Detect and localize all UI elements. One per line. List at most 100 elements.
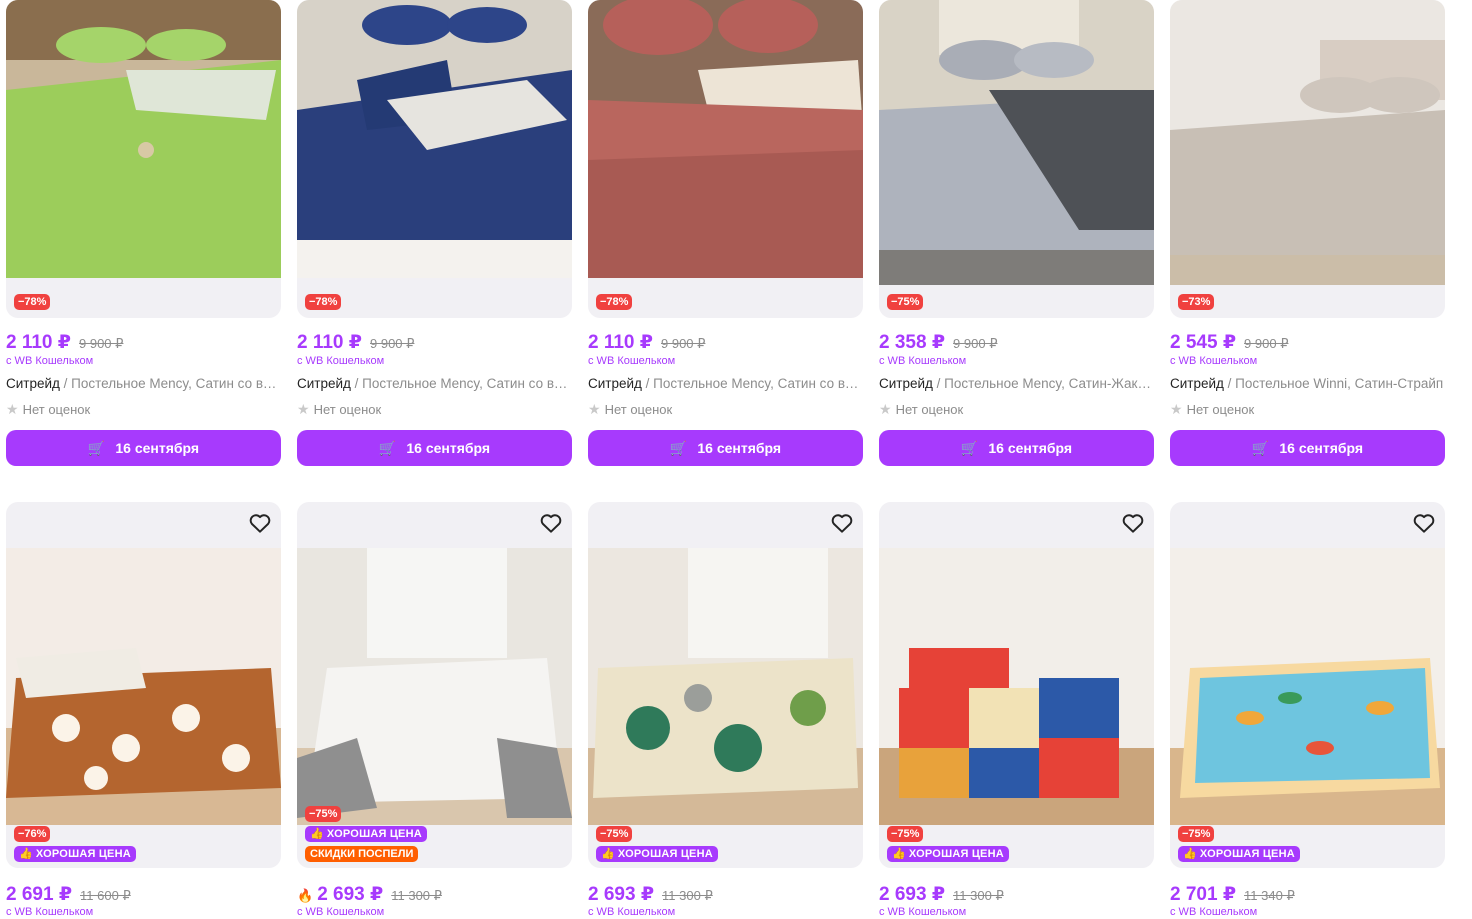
product-photo[interactable] xyxy=(297,548,572,825)
rating: ★ Нет оценок xyxy=(1170,401,1254,418)
add-to-cart-button[interactable]: 🛒 16 сентября xyxy=(6,430,281,466)
product-card[interactable]: −78% 2 110 ₽ 9 900 ₽ с WB Кошельком Ситр… xyxy=(588,0,863,470)
discount-badge: −75% xyxy=(887,826,924,842)
wallet-note: с WB Кошельком xyxy=(588,906,676,918)
cart-icon: 🛒 xyxy=(378,439,397,456)
old-price: 9 900 ₽ xyxy=(370,336,415,351)
good-price-badge: 👍 ХОРОШАЯ ЦЕНА xyxy=(887,846,1009,862)
product-title[interactable]: Ситрейд / Постельное Mency, Сатин со вст… xyxy=(588,376,863,391)
rating-label: Нет оценок xyxy=(895,402,964,417)
product-title[interactable]: Ситрейд / Постельное Mency, Сатин со вст… xyxy=(6,376,281,391)
rating: ★ Нет оценок xyxy=(588,401,672,418)
discount-badge: −75% xyxy=(1178,826,1215,842)
product-card[interactable]: −73% 2 545 ₽ 9 900 ₽ с WB Кошельком Ситр… xyxy=(1170,0,1445,470)
product-name: / Постельное Mency, Сатин-Жаккард xyxy=(932,376,1154,391)
product-photo[interactable] xyxy=(588,0,863,278)
delivery-date: 16 сентября xyxy=(988,440,1073,456)
product-card[interactable]: −76% 👍 ХОРОШАЯ ЦЕНА 2 691 ₽ 11 600 ₽ с WB… xyxy=(6,502,281,919)
star-icon: ★ xyxy=(1170,401,1183,417)
delivery-date: 16 сентября xyxy=(406,440,491,456)
wallet-note: с WB Кошельком xyxy=(879,906,967,918)
discount-badge: −78% xyxy=(305,294,342,310)
product-card[interactable]: −75% 👍 ХОРОШАЯ ЦЕНА 2 701 ₽ 11 340 ₽ с WB… xyxy=(1170,502,1445,919)
cart-icon: 🛒 xyxy=(1251,439,1270,456)
price: 2 110 ₽ xyxy=(588,332,653,353)
cart-icon: 🛒 xyxy=(87,439,106,456)
product-image-box[interactable]: −76% 👍 ХОРОШАЯ ЦЕНА xyxy=(6,502,281,868)
star-icon: ★ xyxy=(297,401,310,417)
product-name: / Постельное Mency, Сатин со вставкой xyxy=(63,376,281,391)
wallet-note: с WB Кошельком xyxy=(879,355,967,367)
wallet-note: с WB Кошельком xyxy=(588,355,676,367)
add-to-cart-button[interactable]: 🛒 16 сентября xyxy=(588,430,863,466)
product-card[interactable]: −75% 2 358 ₽ 9 900 ₽ с WB Кошельком Ситр… xyxy=(879,0,1154,470)
wallet-note: с WB Кошельком xyxy=(297,906,385,918)
product-photo[interactable] xyxy=(879,0,1154,285)
product-card[interactable]: −75% 👍 ХОРОШАЯ ЦЕНА СКИДКИ ПОСПЕЛИ 🔥 2 69… xyxy=(297,502,572,919)
delivery-date: 16 сентября xyxy=(697,440,782,456)
price: 2 110 ₽ xyxy=(6,332,71,353)
promo-badge: СКИДКИ ПОСПЕЛИ xyxy=(305,846,419,862)
add-to-cart-button[interactable]: 🛒 16 сентября xyxy=(879,430,1154,466)
product-card[interactable]: −78% 2 110 ₽ 9 900 ₽ с WB Кошельком Ситр… xyxy=(297,0,572,470)
thumbs-up-icon: 👍 xyxy=(892,848,906,860)
product-photo[interactable] xyxy=(297,0,572,278)
price: 2 701 ₽ xyxy=(1170,884,1237,905)
product-image-box[interactable]: −75% 👍 ХОРОШАЯ ЦЕНА xyxy=(1170,502,1445,868)
cart-icon: 🛒 xyxy=(960,439,979,456)
price: 2 691 ₽ xyxy=(6,884,73,905)
price: 2 693 ₽ xyxy=(879,884,946,905)
discount-badge: −73% xyxy=(1178,294,1215,310)
rating: ★ Нет оценок xyxy=(6,401,90,418)
favorite-heart-icon[interactable] xyxy=(1120,510,1146,536)
favorite-heart-icon[interactable] xyxy=(1411,510,1437,536)
product-image-box[interactable]: −75% 👍 ХОРОШАЯ ЦЕНА xyxy=(588,502,863,868)
add-to-cart-button[interactable]: 🛒 16 сентября xyxy=(297,430,572,466)
product-image-box[interactable]: −75% 👍 ХОРОШАЯ ЦЕНА xyxy=(879,502,1154,868)
wallet-note: с WB Кошельком xyxy=(1170,355,1258,367)
product-photo[interactable] xyxy=(879,548,1154,825)
price: 2 110 ₽ xyxy=(297,332,362,353)
old-price: 9 900 ₽ xyxy=(953,336,998,351)
product-name: / Постельное Mency, Сатин со вставкой xyxy=(645,376,863,391)
product-title[interactable]: Ситрейд / Постельное Winni, Сатин-Страйп xyxy=(1170,376,1445,391)
favorite-heart-icon[interactable] xyxy=(829,510,855,536)
old-price: 9 900 ₽ xyxy=(1244,336,1289,351)
product-image-box[interactable]: −73% xyxy=(1170,0,1445,318)
product-photo[interactable] xyxy=(6,548,281,825)
product-image-box[interactable]: −78% xyxy=(588,0,863,318)
product-card[interactable]: −78% 2 110 ₽ 9 900 ₽ с WB Кошельком Ситр… xyxy=(6,0,281,470)
favorite-heart-icon[interactable] xyxy=(538,510,564,536)
thumbs-up-icon: 👍 xyxy=(601,848,615,860)
product-title[interactable]: Ситрейд / Постельное Mency, Сатин-Жаккар… xyxy=(879,376,1154,391)
product-image-box[interactable]: −75% 👍 ХОРОШАЯ ЦЕНА СКИДКИ ПОСПЕЛИ xyxy=(297,502,572,868)
rating-label: Нет оценок xyxy=(22,402,91,417)
product-card[interactable]: −75% 👍 ХОРОШАЯ ЦЕНА 2 693 ₽ 11 300 ₽ с WB… xyxy=(879,502,1154,919)
add-to-cart-button[interactable]: 🛒 16 сентября xyxy=(1170,430,1445,466)
product-image-box[interactable]: −78% xyxy=(297,0,572,318)
product-image-box[interactable]: −78% xyxy=(6,0,281,318)
old-price: 9 900 ₽ xyxy=(661,336,706,351)
product-photo[interactable] xyxy=(588,548,863,825)
product-photo[interactable] xyxy=(1170,0,1445,285)
good-price-badge: 👍 ХОРОШАЯ ЦЕНА xyxy=(14,846,136,862)
product-image-box[interactable]: −75% xyxy=(879,0,1154,318)
cart-icon: 🛒 xyxy=(669,439,688,456)
brand-name: Ситрейд xyxy=(588,376,642,391)
price: 2 693 ₽ xyxy=(588,884,655,905)
price: 2 545 ₽ xyxy=(1170,332,1237,353)
delivery-date: 16 сентября xyxy=(1279,440,1364,456)
product-photo[interactable] xyxy=(6,0,281,278)
brand-name: Ситрейд xyxy=(1170,376,1224,391)
product-photo[interactable] xyxy=(1170,548,1445,825)
product-card[interactable]: −75% 👍 ХОРОШАЯ ЦЕНА 2 693 ₽ 11 300 ₽ с WB… xyxy=(588,502,863,919)
product-title[interactable]: Ситрейд / Постельное Mency, Сатин со вст… xyxy=(297,376,572,391)
discount-badge: −75% xyxy=(596,826,633,842)
rating-label: Нет оценок xyxy=(313,402,382,417)
thumbs-up-icon: 👍 xyxy=(1183,848,1197,860)
favorite-heart-icon[interactable] xyxy=(247,510,273,536)
old-price: 11 600 ₽ xyxy=(80,888,131,903)
wallet-note: с WB Кошельком xyxy=(6,906,94,918)
old-price: 11 340 ₽ xyxy=(1244,888,1295,903)
discount-badge: −78% xyxy=(596,294,633,310)
